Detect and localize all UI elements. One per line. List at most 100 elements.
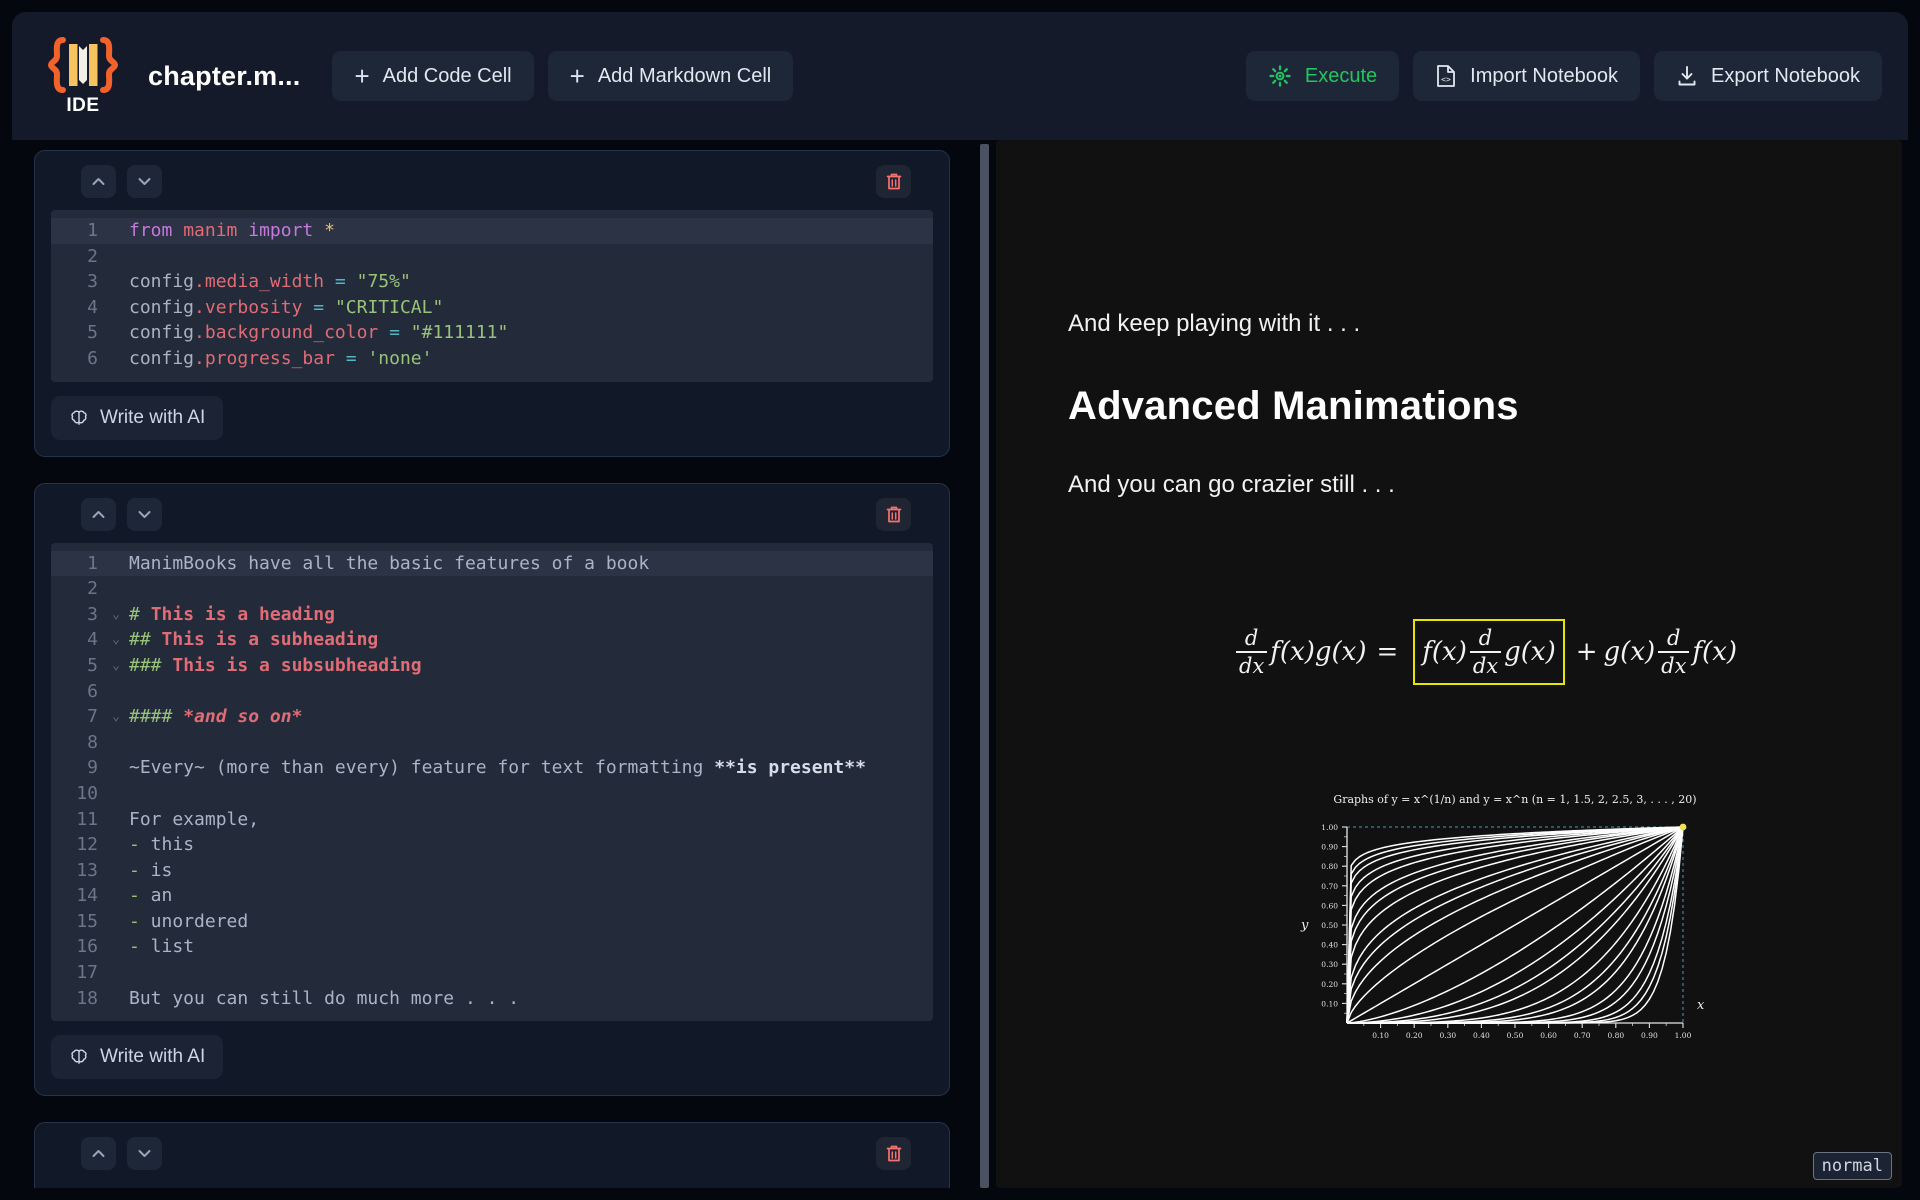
delete-cell-button[interactable] (876, 497, 911, 531)
line-number: 1 (87, 220, 98, 241)
code-text: ### This is a subsubheading (129, 654, 422, 676)
notebook-editor-panel[interactable]: 1 from manim import * 2 3 config.media_wid… (12, 140, 972, 1188)
brand: IDE chapter.m... (40, 33, 300, 119)
code-line: 17 (51, 960, 933, 986)
code-line: 11 For example, (51, 807, 933, 833)
move-cell-up-button[interactable] (81, 497, 116, 531)
svg-text:0.20: 0.20 (1321, 979, 1338, 988)
code-editor-area[interactable]: 1 from manim import * 2 3 config.media_wid… (51, 210, 933, 382)
svg-text:y: y (1300, 918, 1309, 933)
export-notebook-button[interactable]: Export Notebook (1654, 51, 1882, 101)
plus-icon: + (354, 61, 370, 91)
notebook-cell-markdown[interactable]: 1 ManimBooks have all the basic features … (34, 482, 950, 1097)
line-number: 17 (76, 962, 98, 984)
code-line: 3 ⌄ # This is a heading (51, 602, 933, 628)
fold-gutter (109, 295, 123, 321)
svg-text:0.40: 0.40 (1473, 1031, 1490, 1040)
trash-icon (886, 1145, 901, 1162)
import-notebook-label: Import Notebook (1470, 64, 1619, 87)
line-number: 16 (76, 936, 98, 958)
chevron-down-icon (138, 510, 151, 518)
add-code-cell-button[interactable]: + Add Code Cell (332, 51, 534, 101)
line-number: 10 (76, 782, 98, 804)
write-with-ai-label: Write with AI (100, 1046, 206, 1068)
chevron-up-icon (92, 1150, 105, 1158)
preview-panel[interactable]: And keep playing with it . . . Advanced … (996, 140, 1902, 1188)
fold-gutter (109, 730, 123, 756)
write-with-ai-button[interactable]: Write with AI (51, 1035, 224, 1080)
code-text: - an (129, 885, 173, 907)
formula-rhs-num: d (1667, 626, 1681, 650)
delete-cell-button[interactable] (876, 1137, 911, 1171)
code-line: 2 (51, 576, 933, 602)
code-text: config.progress_bar = 'none' (129, 347, 433, 369)
code-line: 9 ~Every~ (more than every) feature for t… (51, 755, 933, 781)
fold-gutter (109, 883, 123, 909)
line-number: 11 (76, 808, 98, 830)
move-cell-up-button[interactable] (81, 1137, 116, 1171)
line-number: 18 (76, 987, 98, 1009)
trash-icon (886, 506, 901, 522)
fold-gutter (109, 960, 123, 986)
formula-lhs-den: dx (1239, 653, 1265, 678)
delete-cell-button[interactable] (876, 165, 911, 198)
formula-rhs-right: f(x) (1692, 636, 1737, 667)
line-number: 4 (87, 296, 98, 318)
line-number: 14 (76, 885, 98, 907)
fold-gutter[interactable]: ⌄ (109, 602, 123, 628)
move-cell-down-button[interactable] (127, 1137, 162, 1171)
move-cell-down-button[interactable] (127, 165, 162, 198)
add-code-cell-label: Add Code Cell (382, 64, 512, 87)
line-number: 6 (87, 347, 98, 369)
code-line: 7 ⌄ #### *and so on* (51, 704, 933, 730)
svg-text:0.10: 0.10 (1321, 999, 1338, 1008)
move-cell-up-button[interactable] (81, 165, 116, 198)
cell-toolbar (51, 1137, 933, 1171)
fraction-bar (1236, 651, 1268, 653)
svg-text:0.90: 0.90 (1641, 1031, 1658, 1040)
fold-gutter[interactable]: ⌄ (109, 627, 123, 653)
fold-gutter (109, 807, 123, 833)
svg-text:0.60: 0.60 (1540, 1031, 1557, 1040)
svg-text:x: x (1697, 998, 1705, 1013)
line-number: 4 (87, 629, 98, 651)
code-text: For example, (129, 808, 260, 830)
chevron-up-icon (92, 178, 105, 185)
fold-gutter (109, 755, 123, 781)
resize-grip[interactable] (979, 144, 989, 1188)
line-number: 8 (87, 731, 98, 753)
line-number: 1 (87, 552, 98, 574)
add-markdown-cell-button[interactable]: + Add Markdown Cell (547, 51, 794, 101)
cell-toolbar (51, 497, 933, 531)
cell-move-controls (81, 1137, 162, 1171)
svg-text:0.60: 0.60 (1321, 901, 1338, 910)
fold-gutter[interactable]: ⌄ (109, 653, 123, 679)
execute-button[interactable]: Execute (1245, 51, 1400, 101)
notebook-cell-partial[interactable] (34, 1122, 950, 1188)
svg-text:0.70: 0.70 (1321, 881, 1338, 890)
brain-icon (71, 1049, 87, 1065)
code-text: config.background_color = "#111111" (129, 322, 509, 344)
write-with-ai-label: Write with AI (100, 406, 206, 428)
fold-gutter[interactable]: ⌄ (109, 704, 123, 730)
import-notebook-button[interactable]: <> Import Notebook (1413, 51, 1641, 101)
write-with-ai-button[interactable]: Write with AI (51, 395, 224, 440)
code-line: 15 - unordered (51, 909, 933, 935)
code-line: 18 But you can still do much more . . . (51, 986, 933, 1012)
svg-text:1.00: 1.00 (1321, 823, 1338, 832)
line-number: 9 (87, 757, 98, 779)
formula-rhs-fraction: d dx (1658, 626, 1690, 678)
fold-gutter (109, 858, 123, 884)
code-line: 4 config.verbosity = "CRITICAL" (51, 295, 933, 321)
notebook-cell-code[interactable]: 1 from manim import * 2 3 config.media_wid… (34, 150, 950, 457)
panel-resize-handle[interactable] (972, 140, 996, 1188)
markdown-editor-area[interactable]: 1 ManimBooks have all the basic features … (51, 542, 933, 1022)
code-text: - list (129, 936, 195, 958)
formula-rhs-den: dx (1661, 653, 1687, 678)
code-text: config.verbosity = "CRITICAL" (129, 296, 444, 318)
formula-equals: = (1376, 636, 1399, 667)
line-number: 6 (87, 680, 98, 702)
code-text: ## This is a subheading (129, 629, 379, 651)
move-cell-down-button[interactable] (127, 497, 162, 531)
